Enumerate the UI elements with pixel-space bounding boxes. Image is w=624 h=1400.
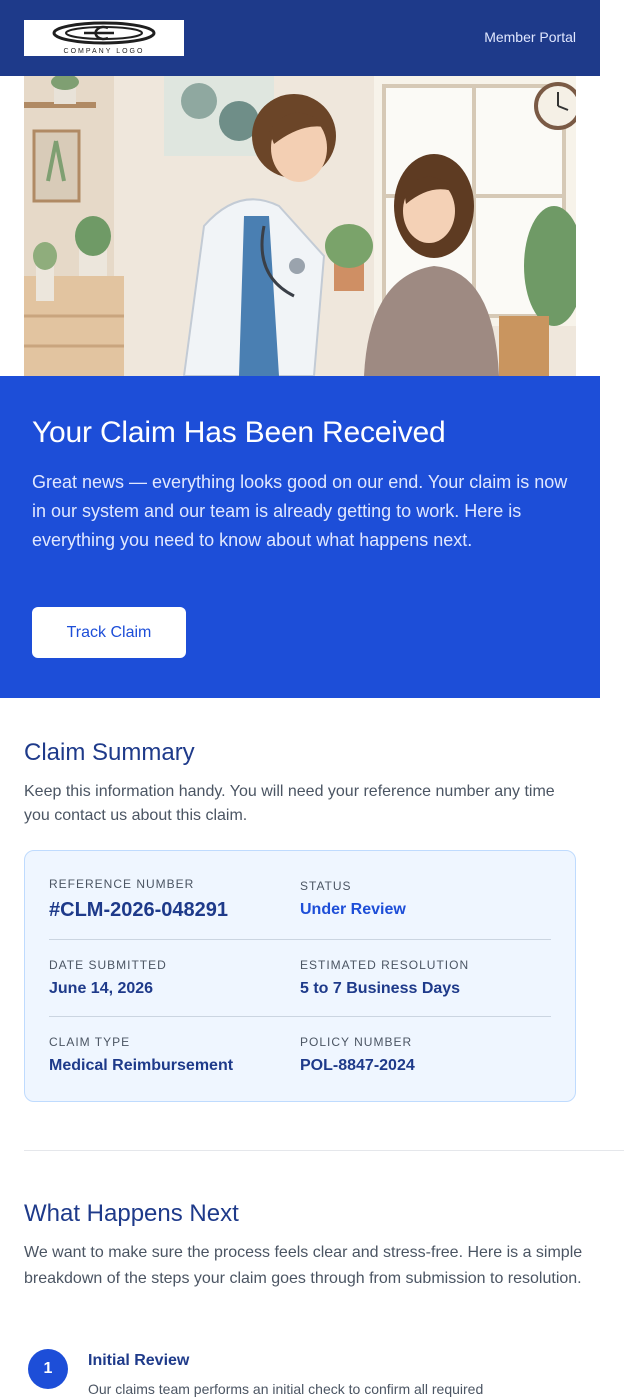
banner-title: Your Claim Has Been Received bbox=[32, 416, 446, 449]
svg-text:COMPANY LOGO: COMPANY LOGO bbox=[64, 48, 145, 55]
confirmation-banner: Your Claim Has Been Received Great news … bbox=[0, 376, 600, 698]
status-label: STATUS bbox=[300, 879, 352, 893]
what-happens-next-title: What Happens Next bbox=[24, 1200, 239, 1227]
date-submitted-value: June 14, 2026 bbox=[49, 980, 154, 997]
card-divider bbox=[49, 939, 551, 940]
hero-illustration bbox=[24, 76, 576, 376]
estimated-resolution-value: 5 to 7 Business Days bbox=[300, 980, 461, 997]
date-submitted-label: DATE SUBMITTED bbox=[49, 958, 167, 972]
policy-number-label: POLICY NUMBER bbox=[300, 1035, 413, 1049]
company-logo[interactable]: COMPANY LOGO bbox=[24, 20, 184, 56]
step-title: Initial Review bbox=[88, 1352, 190, 1369]
step-number-badge: 1 bbox=[28, 1349, 68, 1389]
claim-summary-title: Claim Summary bbox=[24, 739, 195, 766]
claim-summary-intro: Keep this information handy. You will ne… bbox=[24, 783, 555, 824]
policy-number-value: POL-8847-2024 bbox=[300, 1057, 415, 1074]
step-description: Our claims team performs an initial chec… bbox=[88, 1381, 484, 1397]
track-claim-button[interactable]: Track Claim bbox=[32, 607, 186, 658]
claim-type-value: Medical Reimbursement bbox=[49, 1057, 234, 1074]
header-bar: COMPANY LOGO Member Portal bbox=[0, 0, 600, 76]
card-divider bbox=[49, 1016, 551, 1017]
estimated-resolution-label: ESTIMATED RESOLUTION bbox=[300, 958, 470, 972]
what-happens-next-intro: We want to make sure the process feels c… bbox=[24, 1244, 583, 1287]
section-divider bbox=[24, 1150, 624, 1151]
member-portal-link[interactable]: Member Portal bbox=[484, 29, 576, 45]
reference-number-value: #CLM-2026-048291 bbox=[49, 899, 228, 921]
banner-body: Great news — everything looks good on ou… bbox=[32, 472, 568, 550]
claim-summary-card: REFERENCE NUMBER #CLM-2026-048291 STATUS… bbox=[24, 850, 576, 1102]
status-badge: Under Review bbox=[300, 901, 406, 918]
claim-type-label: CLAIM TYPE bbox=[49, 1035, 131, 1049]
reference-number-label: REFERENCE NUMBER bbox=[49, 877, 195, 891]
